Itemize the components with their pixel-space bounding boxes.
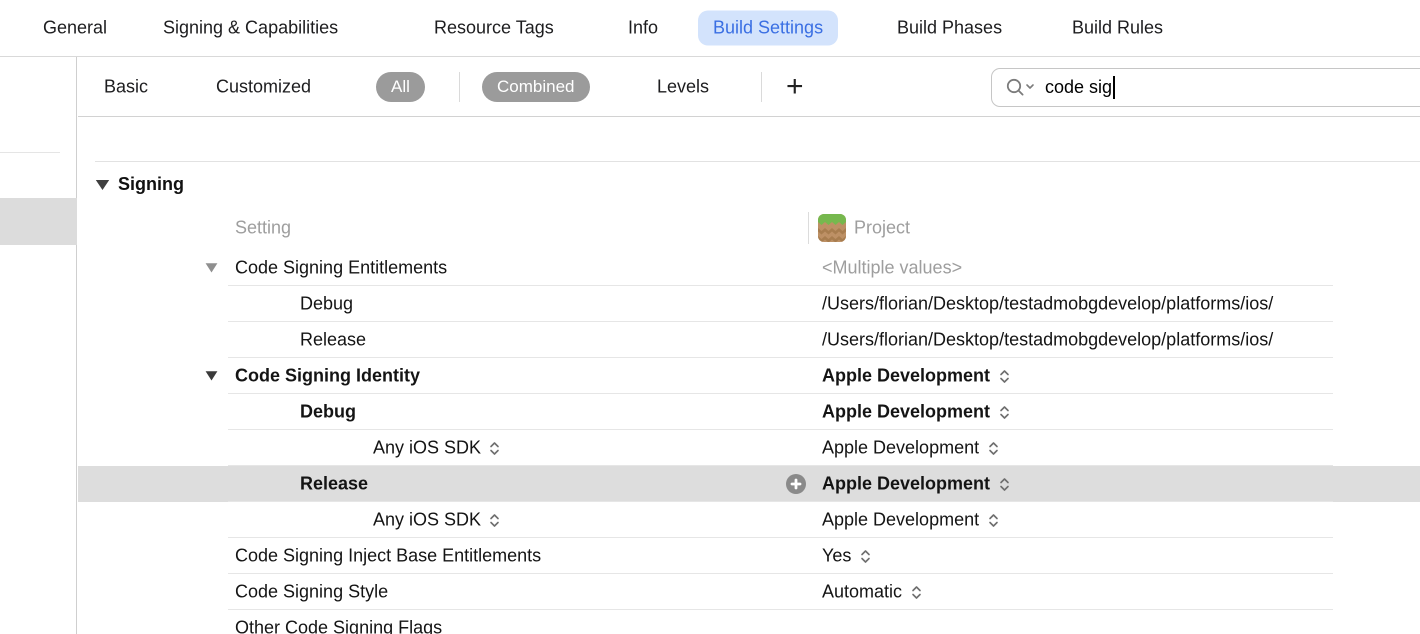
setting-label: Code Signing Identity xyxy=(235,366,420,387)
value-wrap[interactable]: /Users/florian/Desktop/testadmobgdevelop… xyxy=(822,330,1273,351)
value-stepper-icon[interactable] xyxy=(911,584,922,600)
label-stepper-icon[interactable] xyxy=(489,440,500,456)
value-wrap[interactable]: /Users/florian/Desktop/testadmobgdevelop… xyxy=(822,294,1273,315)
setting-value[interactable]: Automatic xyxy=(822,582,902,603)
search-icon[interactable] xyxy=(1005,77,1037,98)
label-stepper-icon[interactable] xyxy=(489,512,500,528)
table-row[interactable]: Release /Users/florian/Desktop/testadmob… xyxy=(78,322,1420,358)
table-row[interactable]: Debug Apple Development xyxy=(78,394,1420,430)
setting-value[interactable]: /Users/florian/Desktop/testadmobgdevelop… xyxy=(822,330,1273,351)
value-stepper-icon[interactable] xyxy=(999,404,1010,420)
search-text: code sig xyxy=(1045,77,1112,98)
setting-value[interactable]: Yes xyxy=(822,546,851,567)
setting-label: Any iOS SDK xyxy=(373,438,481,459)
table-row[interactable]: Release Apple Development xyxy=(78,466,1420,502)
content-top-divider xyxy=(95,161,1420,162)
setting-label: Code Signing Inject Base Entitlements xyxy=(235,546,541,567)
scope-all-button[interactable]: All xyxy=(376,72,425,102)
setting-label: Other Code Signing Flags xyxy=(235,618,442,634)
setting-label: Any iOS SDK xyxy=(373,510,481,531)
value-wrap[interactable]: Apple Development xyxy=(822,438,999,459)
table-row[interactable]: Any iOS SDK Apple Development xyxy=(78,502,1420,538)
table-row[interactable]: Other Code Signing Flags xyxy=(78,610,1420,634)
project-navigator-strip[interactable] xyxy=(0,57,77,634)
table-header-row: Setting Project xyxy=(78,206,1420,250)
value-stepper-icon[interactable] xyxy=(860,548,871,564)
toolbar-separator xyxy=(459,72,460,102)
scope-basic-button[interactable]: Basic xyxy=(104,76,148,97)
tab-resource-tags[interactable]: Resource Tags xyxy=(434,18,554,39)
tab-info[interactable]: Info xyxy=(628,18,658,39)
setting-value[interactable]: Apple Development xyxy=(822,474,990,495)
setting-value[interactable]: <Multiple values> xyxy=(822,258,962,279)
disclosure-triangle-icon[interactable] xyxy=(205,263,218,274)
text-cursor xyxy=(1113,76,1115,99)
tab-general[interactable]: General xyxy=(43,18,107,39)
build-settings-table: Signing Setting Project xyxy=(78,117,1420,634)
section-header-signing: Signing xyxy=(95,174,184,195)
table-row[interactable]: Code Signing Identity Apple Development xyxy=(78,358,1420,394)
tab-build-rules[interactable]: Build Rules xyxy=(1072,18,1163,39)
setting-label: Release xyxy=(300,330,366,351)
setting-value[interactable]: Apple Development xyxy=(822,510,979,531)
value-wrap[interactable]: Apple Development xyxy=(822,510,999,531)
value-stepper-icon[interactable] xyxy=(988,512,999,528)
setting-column-header: Setting xyxy=(235,218,291,239)
disclosure-triangle-icon[interactable] xyxy=(95,179,110,191)
table-row[interactable]: Code Signing Inject Base Entitlements Ye… xyxy=(78,538,1420,574)
table-row[interactable]: Code Signing Entitlements <Multiple valu… xyxy=(78,250,1420,286)
build-settings-workspace: Basic Customized All Combined Levels + c… xyxy=(0,57,1420,634)
setting-label: Code Signing Entitlements xyxy=(235,258,447,279)
tab-build-phases[interactable]: Build Phases xyxy=(897,18,1002,39)
search-input[interactable]: code sig xyxy=(991,68,1420,107)
table-row[interactable]: Any iOS SDK Apple Development xyxy=(78,430,1420,466)
add-override-button[interactable] xyxy=(786,474,806,494)
sidebar-selected-row[interactable] xyxy=(0,198,77,245)
value-wrap[interactable]: Yes xyxy=(822,546,871,567)
target-tab-bar: General Signing & Capabilities Resource Ta… xyxy=(0,0,1420,57)
setting-label: Release xyxy=(300,474,368,495)
value-stepper-icon[interactable] xyxy=(999,368,1010,384)
tab-build-settings[interactable]: Build Settings xyxy=(698,11,838,46)
sidebar-divider xyxy=(0,152,60,153)
setting-label: Debug xyxy=(300,402,356,423)
project-app-icon xyxy=(818,214,846,247)
setting-value[interactable]: /Users/florian/Desktop/testadmobgdevelop… xyxy=(822,294,1273,315)
value-wrap[interactable]: Apple Development xyxy=(822,474,1010,495)
value-wrap[interactable]: Apple Development xyxy=(822,402,1010,423)
add-setting-button[interactable]: + xyxy=(786,72,804,102)
value-wrap[interactable]: Automatic xyxy=(822,582,922,603)
value-stepper-icon[interactable] xyxy=(999,476,1010,492)
value-wrap[interactable]: <Multiple values> xyxy=(822,258,962,279)
view-levels-button[interactable]: Levels xyxy=(657,76,709,97)
scope-customized-button[interactable]: Customized xyxy=(216,76,311,97)
settings-rows: Code Signing Entitlements <Multiple valu… xyxy=(78,250,1420,634)
value-wrap[interactable]: Apple Development xyxy=(822,366,1010,387)
setting-label: Code Signing Style xyxy=(235,582,388,603)
setting-label: Debug xyxy=(300,294,353,315)
setting-value[interactable]: Apple Development xyxy=(822,402,990,423)
project-column-header: Project xyxy=(854,218,910,239)
setting-value[interactable]: Apple Development xyxy=(822,438,979,459)
section-title: Signing xyxy=(118,174,184,195)
toolbar-separator xyxy=(761,72,762,102)
column-divider xyxy=(808,212,809,244)
table-row[interactable]: Debug /Users/florian/Desktop/testadmobgd… xyxy=(78,286,1420,322)
table-row[interactable]: Code Signing Style Automatic xyxy=(78,574,1420,610)
tab-signing-capabilities[interactable]: Signing & Capabilities xyxy=(163,18,338,39)
setting-value[interactable]: Apple Development xyxy=(822,366,990,387)
disclosure-triangle-icon[interactable] xyxy=(205,371,218,382)
build-settings-toolbar: Basic Customized All Combined Levels + c… xyxy=(78,57,1420,117)
view-combined-button[interactable]: Combined xyxy=(482,72,590,102)
value-stepper-icon[interactable] xyxy=(988,440,999,456)
